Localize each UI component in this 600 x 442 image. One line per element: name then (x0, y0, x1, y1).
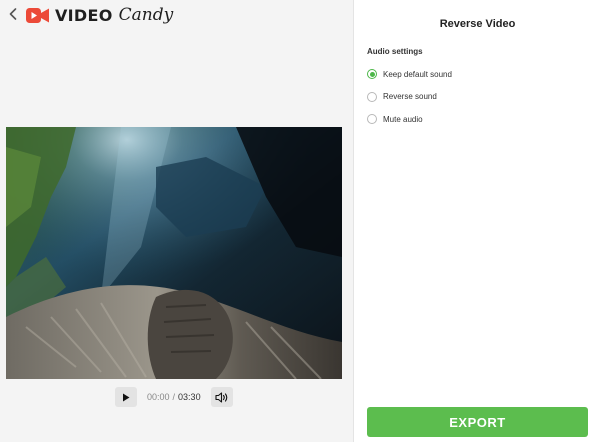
radio-mute-audio[interactable] (367, 114, 377, 125)
video-preview[interactable] (6, 127, 342, 379)
option-label: Mute audio (383, 114, 423, 124)
radio-reverse-sound[interactable] (367, 91, 377, 102)
volume-button[interactable] (210, 387, 233, 407)
logo-word-candy: Candy (118, 5, 174, 25)
option-label: Reverse sound (383, 92, 437, 102)
volume-icon (215, 391, 227, 403)
radio-selected-dot (369, 71, 375, 77)
play-icon (123, 393, 130, 401)
logo-word-video: VIDEO (55, 5, 113, 25)
panel-title: Reverse Video (439, 18, 516, 30)
total-time: 03:30 (178, 392, 201, 402)
audio-options: Keep default sound Reverse sound Mute au… (367, 63, 452, 131)
option-keep-default-sound[interactable]: Keep default sound (367, 63, 452, 86)
video-camera-icon (26, 7, 49, 23)
editor-area: VIDEO Candy 00:00 / 03:30 (0, 0, 353, 442)
player-controls: 00:00 / 03:30 (115, 386, 233, 408)
play-button[interactable] (115, 387, 137, 407)
radio-keep-default-sound[interactable] (367, 69, 377, 80)
chevron-left-icon (9, 8, 17, 20)
current-time: 00:00 (147, 392, 170, 402)
option-label: Keep default sound (383, 69, 452, 79)
logo[interactable]: VIDEO Candy (26, 4, 173, 26)
export-button[interactable]: EXPORT (367, 407, 588, 437)
audio-settings-label: Audio settings (367, 47, 423, 56)
time-display: 00:00 / 03:30 (145, 392, 203, 402)
settings-panel: Reverse Video Audio settings Keep defaul… (353, 0, 600, 442)
time-separator: / (172, 392, 176, 402)
option-mute-audio[interactable]: Mute audio (367, 108, 452, 131)
option-reverse-sound[interactable]: Reverse sound (367, 86, 452, 109)
back-button[interactable] (6, 5, 20, 23)
video-frame (6, 127, 342, 379)
